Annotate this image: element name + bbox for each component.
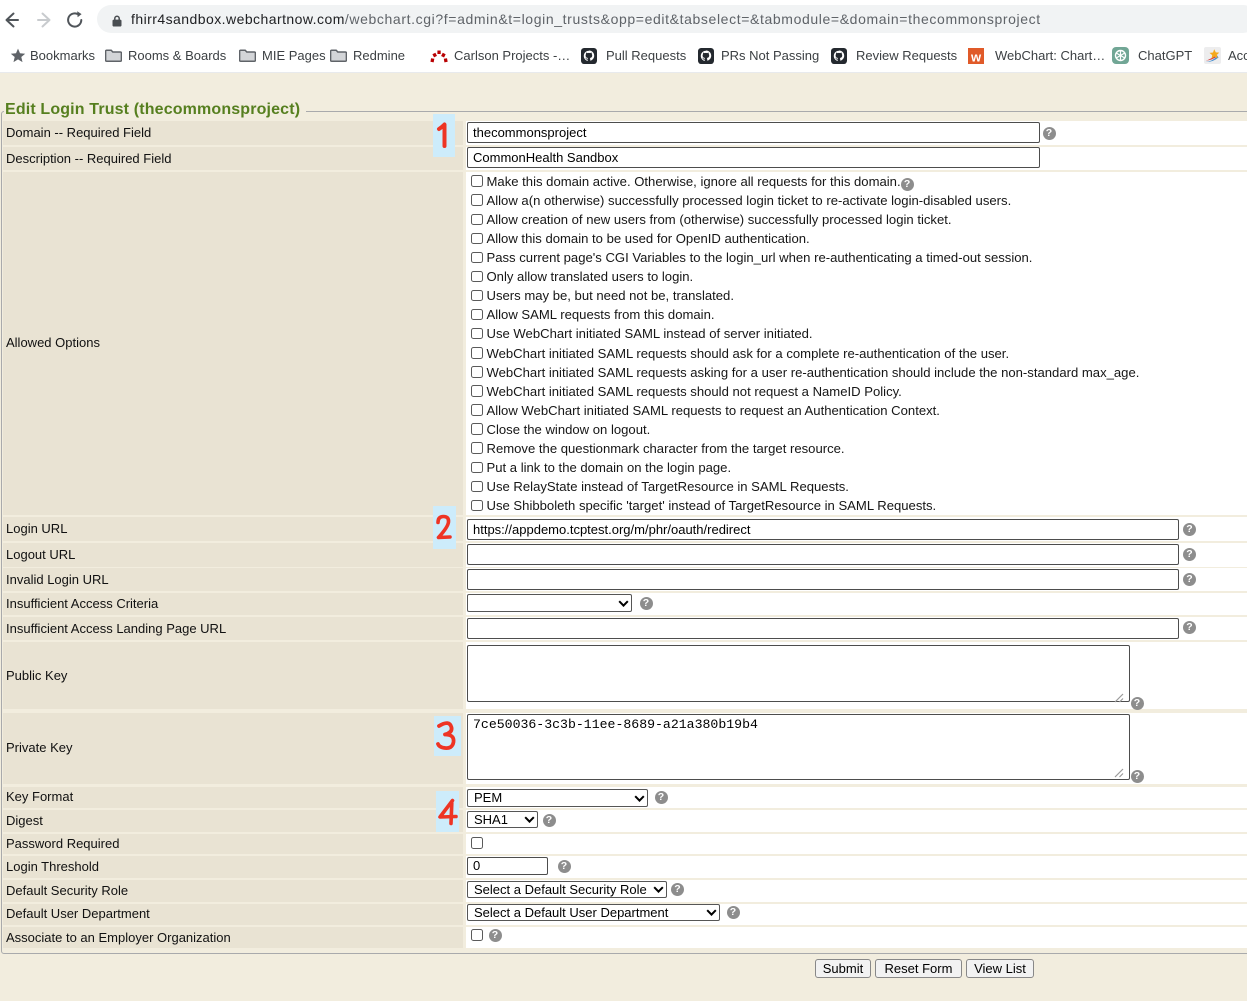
svg-text:w: w	[970, 50, 982, 65]
